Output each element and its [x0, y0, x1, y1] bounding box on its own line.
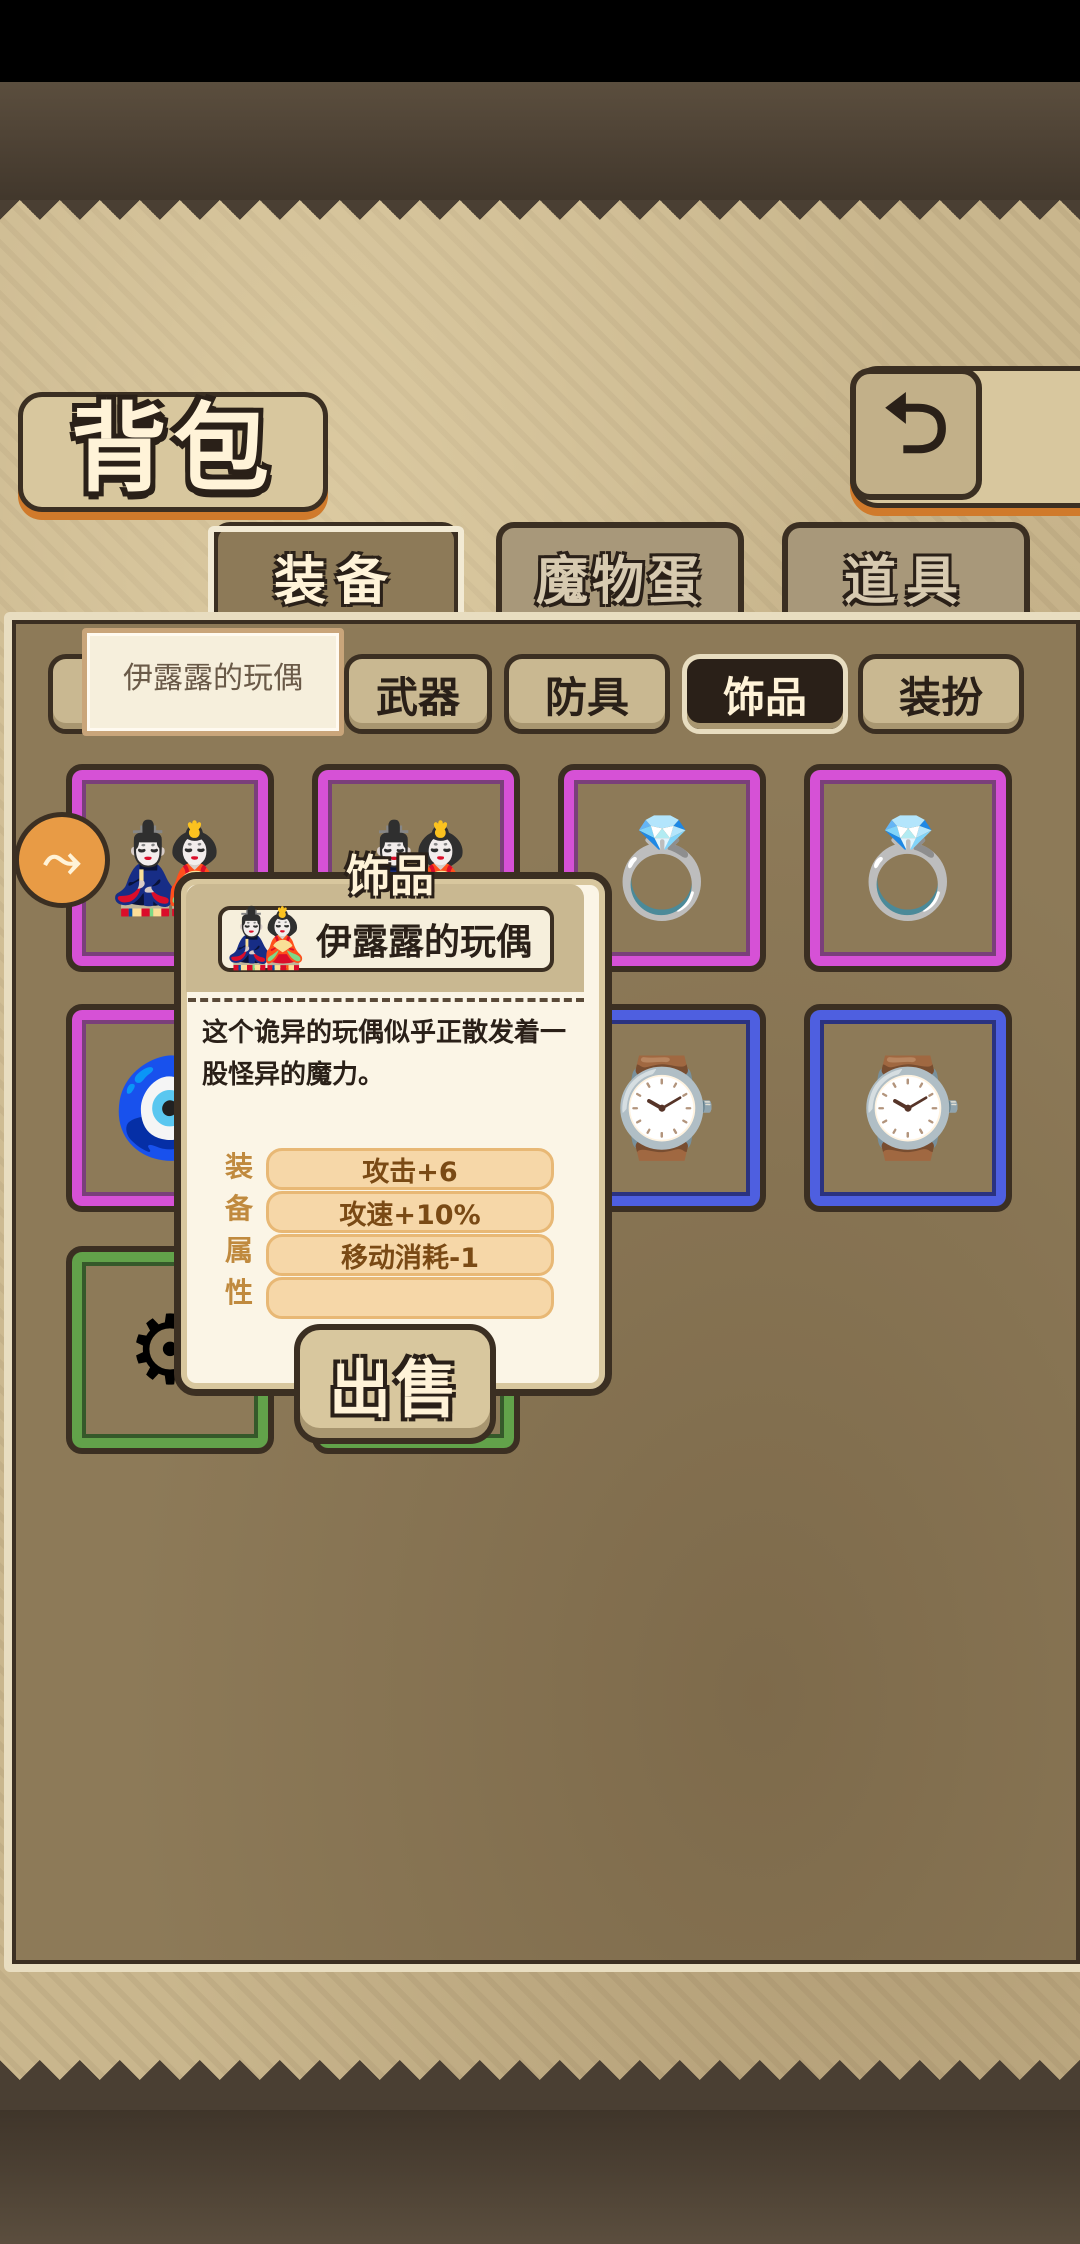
- back-arrow-icon: ⮌: [883, 377, 949, 472]
- attr-label-char: 备: [224, 1192, 253, 1225]
- bottom-dark-band: [0, 2110, 1080, 2244]
- attribute-row: 攻速+10%: [266, 1191, 554, 1233]
- top-dark-band: [0, 82, 1080, 212]
- attr-label-char: 性: [224, 1276, 253, 1309]
- tab-label: 道具: [843, 551, 968, 612]
- attributes-label: 装 备 属 性: [222, 1146, 256, 1314]
- ring-icon: 💍: [602, 812, 722, 924]
- zigzag-edge-bottom: [0, 2040, 1080, 2080]
- back-button[interactable]: ⮌: [850, 368, 982, 500]
- gauntlet-icon: ⌚: [848, 1052, 968, 1164]
- popup-divider: [188, 998, 584, 1002]
- attribute-row: 攻击+6: [266, 1148, 554, 1190]
- inventory-slot[interactable]: ⌚: [804, 1004, 1012, 1212]
- gauntlet-icon: ⌚: [602, 1052, 722, 1164]
- tab-label: 魔物蛋: [535, 551, 704, 612]
- title-plate: 背包: [18, 392, 328, 512]
- page-title: 背包: [71, 391, 275, 505]
- inventory-slot[interactable]: 💍: [804, 764, 1012, 972]
- filter-armor-button[interactable]: 防具: [504, 654, 670, 734]
- status-bar: [0, 0, 1080, 82]
- lock-toggle-icon[interactable]: ⤳: [14, 812, 110, 908]
- sell-button[interactable]: 出售: [294, 1324, 496, 1444]
- zigzag-edge-top: [0, 200, 1080, 240]
- attribute-row: [266, 1277, 554, 1319]
- item-name-tooltip: 伊露露的玩偶: [82, 628, 344, 736]
- popup-description: 这个诡异的玩偶似乎正散发着一股怪异的魔力。: [202, 1018, 567, 1090]
- filter-weapon-button[interactable]: 武器: [344, 654, 492, 734]
- attr-label-char: 装: [224, 1150, 253, 1183]
- filter-accessory-button[interactable]: 饰品: [682, 654, 848, 734]
- filter-costume-button[interactable]: 装扮: [858, 654, 1024, 734]
- sell-label: 出售: [328, 1353, 461, 1426]
- ring-icon: 💍: [848, 812, 968, 924]
- popup-category-label: 饰品: [346, 851, 434, 902]
- doll-icon: 🎎: [226, 902, 306, 976]
- tab-items[interactable]: 道具: [782, 522, 1030, 624]
- attr-label-char: 属: [224, 1234, 253, 1267]
- attribute-row: 移动消耗-1: [266, 1234, 554, 1276]
- tab-monster-egg[interactable]: 魔物蛋: [496, 522, 744, 624]
